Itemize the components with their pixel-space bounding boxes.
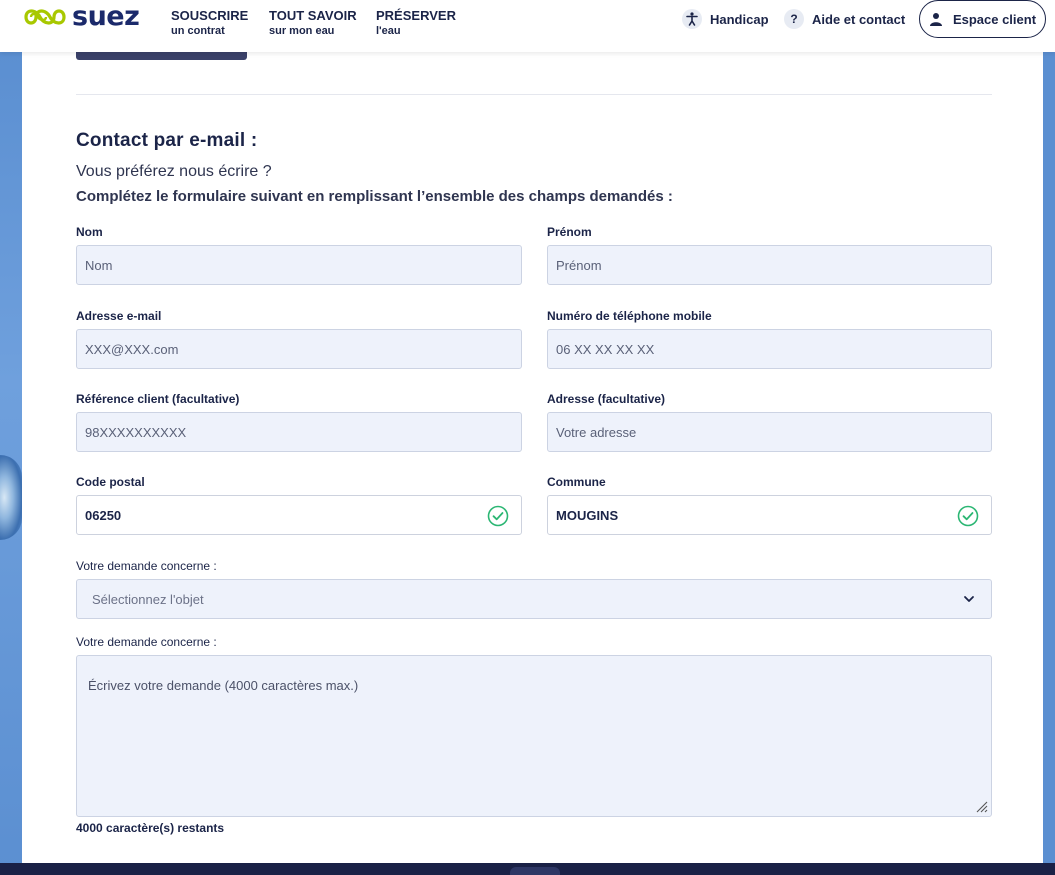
email-input[interactable]: XXX@XXX.com bbox=[76, 329, 522, 369]
nom-label: Nom bbox=[76, 225, 103, 239]
telephone-input[interactable]: 06 XX XX XX XX bbox=[547, 329, 992, 369]
prenom-input[interactable]: Prénom bbox=[547, 245, 992, 285]
instructions-text: Complétez le formulaire suivant en rempl… bbox=[76, 188, 673, 205]
contact-panel: Contact par e-mail : Vous préférez nous … bbox=[22, 52, 1043, 863]
nav-souscrire-sub: un contrat bbox=[171, 25, 225, 37]
suez-logo-mark-icon bbox=[24, 9, 66, 25]
section-divider bbox=[76, 94, 992, 95]
background-right bbox=[1043, 52, 1055, 875]
bottom-bar bbox=[0, 863, 1055, 875]
adresse-label: Adresse (facultative) bbox=[547, 392, 666, 406]
section-title: Contact par e-mail : bbox=[76, 130, 258, 151]
prenom-label: Prénom bbox=[547, 225, 592, 239]
espace-client-button[interactable]: Espace client bbox=[919, 0, 1046, 38]
reference-label: Référence client (facultative) bbox=[76, 392, 240, 406]
bottom-tab-handle[interactable] bbox=[510, 867, 560, 875]
espace-client-label: Espace client bbox=[952, 11, 1037, 27]
aide-contact-label: Aide et contact bbox=[812, 11, 906, 27]
prenom-placeholder: Prénom bbox=[556, 257, 602, 273]
commune-value: MOUGINS bbox=[556, 507, 619, 523]
valid-check-icon bbox=[957, 505, 979, 527]
code-postal-label: Code postal bbox=[76, 475, 145, 489]
email-placeholder: XXX@XXX.com bbox=[85, 341, 179, 357]
nav-preserver[interactable]: PRÉSERVER l'eau bbox=[376, 8, 456, 39]
handicap-label: Handicap bbox=[710, 11, 769, 27]
nom-placeholder: Nom bbox=[85, 257, 113, 273]
valid-check-icon bbox=[487, 505, 509, 527]
nav-souscrire[interactable]: SOUSCRIRE un contrat bbox=[171, 8, 248, 39]
logo-text: suez bbox=[72, 1, 140, 32]
nav-preserver-main: PRÉSERVER bbox=[376, 8, 456, 23]
resize-handle-icon[interactable] bbox=[974, 799, 988, 813]
commune-label: Commune bbox=[547, 475, 606, 489]
objet-placeholder: Sélectionnez l'objet bbox=[92, 591, 204, 607]
adresse-placeholder: Votre adresse bbox=[556, 424, 637, 440]
code-postal-input[interactable]: 06250 bbox=[76, 495, 522, 535]
help-icon: ? bbox=[784, 9, 804, 29]
chevron-down-icon bbox=[964, 596, 974, 602]
telephone-placeholder: 06 XX XX XX XX bbox=[556, 341, 655, 357]
nav-tout-savoir-main: TOUT SAVOIR bbox=[269, 8, 357, 23]
objet-select[interactable]: Sélectionnez l'objet bbox=[76, 579, 992, 619]
email-label: Adresse e-mail bbox=[76, 309, 162, 323]
commune-input[interactable]: MOUGINS bbox=[547, 495, 992, 535]
nav-tout-savoir[interactable]: TOUT SAVOIR sur mon eau bbox=[269, 8, 357, 39]
background-water-image bbox=[0, 455, 22, 540]
nav-tout-savoir-sub: sur mon eau bbox=[269, 25, 335, 37]
adresse-input[interactable]: Votre adresse bbox=[547, 412, 992, 452]
nav-preserver-sub: l'eau bbox=[376, 25, 401, 37]
previous-section-button[interactable] bbox=[76, 52, 247, 60]
intro-text: Vous préférez nous écrire ? bbox=[76, 163, 272, 180]
reference-input[interactable]: 98XXXXXXXXXX bbox=[76, 412, 522, 452]
code-postal-value: 06250 bbox=[85, 507, 122, 523]
suez-logo[interactable]: suez bbox=[22, 1, 140, 32]
demande-textarea[interactable]: Écrivez votre demande (4000 caractères m… bbox=[76, 655, 992, 817]
telephone-label: Numéro de téléphone mobile bbox=[547, 309, 712, 323]
accessibility-icon bbox=[682, 9, 702, 29]
handicap-link[interactable]: Handicap bbox=[682, 9, 769, 29]
demande-label: Votre demande concerne : bbox=[76, 635, 217, 649]
objet-label: Votre demande concerne : bbox=[76, 559, 217, 573]
aide-contact-link[interactable]: ? Aide et contact bbox=[784, 9, 905, 29]
nom-input[interactable]: Nom bbox=[76, 245, 522, 285]
site-header: suez SOUSCRIRE un contrat TOUT SAVOIR su… bbox=[0, 0, 1055, 52]
reference-placeholder: 98XXXXXXXXXX bbox=[85, 424, 187, 440]
user-icon bbox=[929, 13, 942, 26]
character-counter: 4000 caractère(s) restants bbox=[76, 821, 225, 835]
nav-souscrire-main: SOUSCRIRE bbox=[171, 8, 249, 23]
demande-placeholder: Écrivez votre demande (4000 caractères m… bbox=[88, 678, 359, 693]
